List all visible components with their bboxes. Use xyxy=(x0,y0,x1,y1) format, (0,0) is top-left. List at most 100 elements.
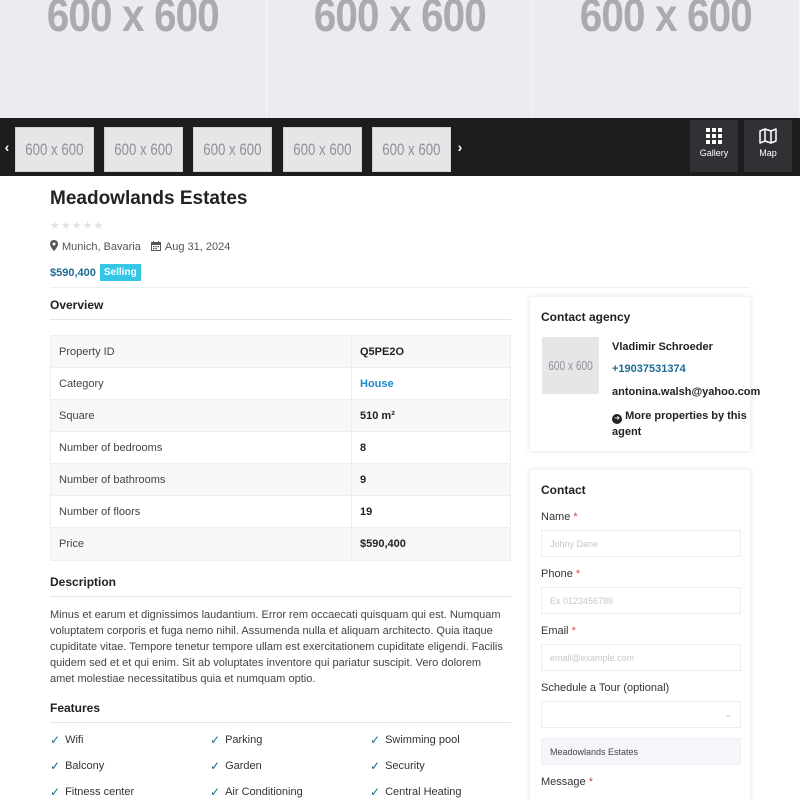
gallery-button[interactable]: Gallery xyxy=(690,120,738,172)
more-properties-text-1: More properties by this xyxy=(625,410,747,422)
tour-select[interactable]: ⌄ xyxy=(541,701,741,728)
message-label: Message * xyxy=(541,776,593,788)
divider xyxy=(50,319,511,320)
grid-icon xyxy=(706,128,722,144)
overview-table: Property ID Q5PE2O Category House Square 51… xyxy=(50,335,511,561)
calendar-icon xyxy=(150,240,161,254)
tour-label: Schedule a Tour (optional) xyxy=(541,682,670,694)
thumbnail-text: 600 x 600 xyxy=(382,139,441,159)
image-placeholder-text: 600 x 600 xyxy=(548,358,593,373)
hero-image[interactable]: 600 x 600 xyxy=(266,0,534,118)
thumbnail-text: 600 x 600 xyxy=(293,139,352,159)
description-text: Minus et earum et dignissimos laudantium… xyxy=(50,609,503,685)
check-icon: ✓ xyxy=(370,759,381,773)
message-label-text: Message xyxy=(541,776,586,788)
arrow-circle-right-icon: ➜ xyxy=(612,414,622,424)
thumbnail-strip: ‹ 600 x 600 600 x 600 600 x 600 600 x 60… xyxy=(0,118,800,176)
divider xyxy=(50,596,511,597)
hero-image[interactable]: 600 x 600 xyxy=(533,0,800,118)
feature-label: Fitness center xyxy=(65,786,135,798)
required-mark: * xyxy=(571,625,576,637)
image-placeholder-text: 600 x 600 xyxy=(46,0,220,41)
status-badge: Selling xyxy=(99,264,141,281)
rating-stars: ★★★★★ xyxy=(50,220,105,232)
subject-input[interactable]: Meadowlands Estates xyxy=(541,738,741,765)
features-heading: Features xyxy=(50,701,101,715)
phone-label-text: Phone xyxy=(541,568,573,580)
email-label-text: Email xyxy=(541,625,569,637)
table-row: Property ID Q5PE2O xyxy=(51,336,510,368)
contact-agency-card: Contact agency 600 x 600 Vladimir Schroe… xyxy=(529,296,760,452)
feature-item: ✓ Wifi xyxy=(50,733,83,747)
map-marker-icon xyxy=(50,240,58,254)
check-icon: ✓ xyxy=(50,785,61,799)
required-mark: * xyxy=(573,511,578,523)
thumbnail[interactable]: 600 x 600 xyxy=(283,127,362,172)
feature-label: Security xyxy=(385,760,425,772)
feature-item: ✓ Air Conditioning xyxy=(210,785,303,799)
property-price: $590,400 xyxy=(50,266,96,279)
hero-image[interactable]: 600 x 600 xyxy=(0,0,267,118)
row-value: $590,400 xyxy=(360,538,406,550)
feature-item: ✓ Security xyxy=(370,759,425,773)
row-value: 510 m² xyxy=(360,409,395,422)
table-row: Price $590,400 xyxy=(51,528,510,560)
feature-item: ✓ Parking xyxy=(210,733,262,747)
row-key: Number of floors xyxy=(51,496,352,527)
name-input[interactable]: Johny Dane xyxy=(541,530,741,557)
required-mark: * xyxy=(588,776,593,788)
row-key: Price xyxy=(51,528,352,560)
chevron-right-icon[interactable]: › xyxy=(453,118,467,176)
agent-name[interactable]: Vladimir Schroeder xyxy=(612,341,713,353)
thumbnail[interactable]: 600 x 600 xyxy=(193,127,272,172)
thumbnail-text: 600 x 600 xyxy=(25,139,84,159)
property-meta: Munich, Bavaria Aug 31, 2024 xyxy=(50,240,230,254)
row-key: Number of bathrooms xyxy=(51,464,352,495)
chevron-left-icon[interactable]: ‹ xyxy=(0,118,14,176)
agent-email[interactable]: antonina.walsh@yahoo.com xyxy=(612,386,760,398)
agent-phone[interactable]: +19037531374 xyxy=(612,363,686,375)
map-button[interactable]: Map xyxy=(744,120,792,172)
row-value: Q5PE2O xyxy=(360,345,405,358)
agent-avatar[interactable]: 600 x 600 xyxy=(542,337,599,394)
contact-form-card: Contact Name * Johny Dane Phone * Ex 012… xyxy=(529,469,751,800)
row-key: Number of bedrooms xyxy=(51,432,352,463)
property-location: Munich, Bavaria xyxy=(62,241,141,253)
image-placeholder-text: 600 x 600 xyxy=(580,0,753,41)
email-input[interactable]: email@example.com xyxy=(541,644,741,671)
feature-label: Central Heating xyxy=(385,786,462,798)
email-placeholder: email@example.com xyxy=(550,652,635,663)
feature-label: Garden xyxy=(225,760,262,772)
name-label: Name * xyxy=(541,511,578,523)
feature-item: ✓ Swimming pool xyxy=(370,733,460,747)
check-icon: ✓ xyxy=(210,733,221,747)
feature-item: ✓ Central Heating xyxy=(370,785,462,799)
contact-agency-heading: Contact agency xyxy=(541,310,631,324)
thumbnail[interactable]: 600 x 600 xyxy=(15,127,94,172)
map-label: Map xyxy=(759,148,777,158)
category-link[interactable]: House xyxy=(352,378,394,390)
thumbnail[interactable]: 600 x 600 xyxy=(372,127,451,172)
subject-value: Meadowlands Estates xyxy=(550,746,639,757)
feature-item: ✓ Fitness center xyxy=(50,785,134,799)
required-mark: * xyxy=(575,568,581,580)
more-properties-link[interactable]: ➜ More properties by this agent xyxy=(612,408,748,440)
check-icon: ✓ xyxy=(370,785,381,799)
row-value: 19 xyxy=(360,505,373,518)
image-placeholder-text: 600 x 600 xyxy=(313,0,486,41)
feature-label: Balcony xyxy=(65,760,105,772)
map-icon xyxy=(759,128,777,144)
price-row: $590,400 Selling xyxy=(50,264,141,281)
check-icon: ✓ xyxy=(50,733,61,747)
phone-input[interactable]: Ex 0123456789 xyxy=(541,587,741,614)
table-row: Number of bedrooms 8 xyxy=(51,432,510,464)
property-date: Aug 31, 2024 xyxy=(164,241,231,253)
table-row: Square 510 m² xyxy=(51,400,510,432)
chevron-down-icon: ⌄ xyxy=(724,709,732,719)
property-title: Meadowlands Estates xyxy=(50,188,248,209)
table-row: Number of floors 19 xyxy=(51,496,510,528)
thumbnail[interactable]: 600 x 600 xyxy=(104,127,183,172)
feature-label: Air Conditioning xyxy=(225,786,303,798)
more-properties-text-2: agent xyxy=(612,426,642,438)
name-placeholder: Johny Dane xyxy=(550,538,599,549)
